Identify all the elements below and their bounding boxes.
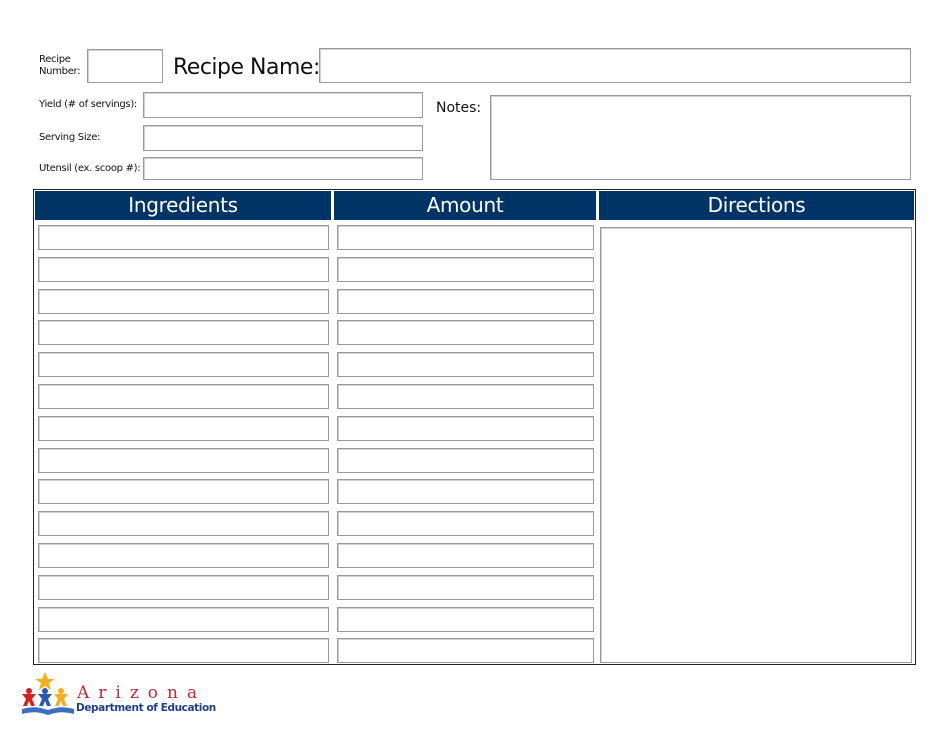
utensil-field[interactable] bbox=[143, 157, 423, 180]
notes-label: Notes: bbox=[436, 100, 482, 116]
amount-field[interactable] bbox=[337, 479, 594, 504]
children-star-book-icon bbox=[22, 672, 74, 715]
ingredient-field[interactable] bbox=[38, 384, 329, 409]
amount-field[interactable] bbox=[337, 257, 594, 282]
ingredient-field[interactable] bbox=[38, 352, 329, 377]
amount-field[interactable] bbox=[337, 575, 594, 600]
amount-field[interactable] bbox=[337, 448, 594, 473]
arizona-logo: Arizona Department of Education bbox=[21, 672, 216, 717]
amount-field[interactable] bbox=[337, 289, 594, 314]
amount-field[interactable] bbox=[337, 416, 594, 441]
logo-department-text: Department of Education bbox=[76, 702, 216, 714]
ingredient-field[interactable] bbox=[38, 257, 329, 282]
amount-field[interactable] bbox=[337, 638, 594, 663]
amount-field[interactable] bbox=[337, 543, 594, 568]
yield-field[interactable] bbox=[143, 92, 423, 118]
ingredient-field[interactable] bbox=[38, 638, 329, 663]
directions-header: Directions bbox=[599, 191, 914, 220]
ingredient-field[interactable] bbox=[38, 575, 329, 600]
amount-field[interactable] bbox=[337, 352, 594, 377]
ingredient-field[interactable] bbox=[38, 511, 329, 536]
directions-field[interactable] bbox=[600, 227, 912, 663]
amount-field[interactable] bbox=[337, 511, 594, 536]
ingredient-field[interactable] bbox=[38, 416, 329, 441]
amount-header: Amount bbox=[334, 191, 596, 220]
utensil-label: Utensil (ex. scoop #): bbox=[39, 163, 141, 174]
ingredient-field[interactable] bbox=[38, 607, 329, 632]
recipe-number-field[interactable] bbox=[87, 49, 163, 83]
recipe-name-label: Recipe Name: bbox=[173, 55, 320, 80]
ingredient-field[interactable] bbox=[38, 320, 329, 345]
amount-field[interactable] bbox=[337, 320, 594, 345]
amount-field[interactable] bbox=[337, 607, 594, 632]
recipe-number-label: Recipe Number: bbox=[39, 54, 81, 77]
amount-field[interactable] bbox=[337, 225, 594, 250]
ingredient-field[interactable] bbox=[38, 479, 329, 504]
serving-size-label: Serving Size: bbox=[39, 132, 101, 143]
recipe-name-field[interactable] bbox=[319, 48, 911, 83]
ingredient-field[interactable] bbox=[38, 225, 329, 250]
ingredient-field[interactable] bbox=[38, 289, 329, 314]
ingredients-header: Ingredients bbox=[35, 191, 331, 220]
amount-field[interactable] bbox=[337, 384, 594, 409]
notes-field[interactable] bbox=[490, 95, 911, 180]
logo-arizona-text: Arizona bbox=[77, 683, 207, 703]
yield-label: Yield (# of servings): bbox=[39, 99, 137, 110]
serving-size-field[interactable] bbox=[143, 125, 423, 151]
ingredient-field[interactable] bbox=[38, 448, 329, 473]
ingredient-field[interactable] bbox=[38, 543, 329, 568]
